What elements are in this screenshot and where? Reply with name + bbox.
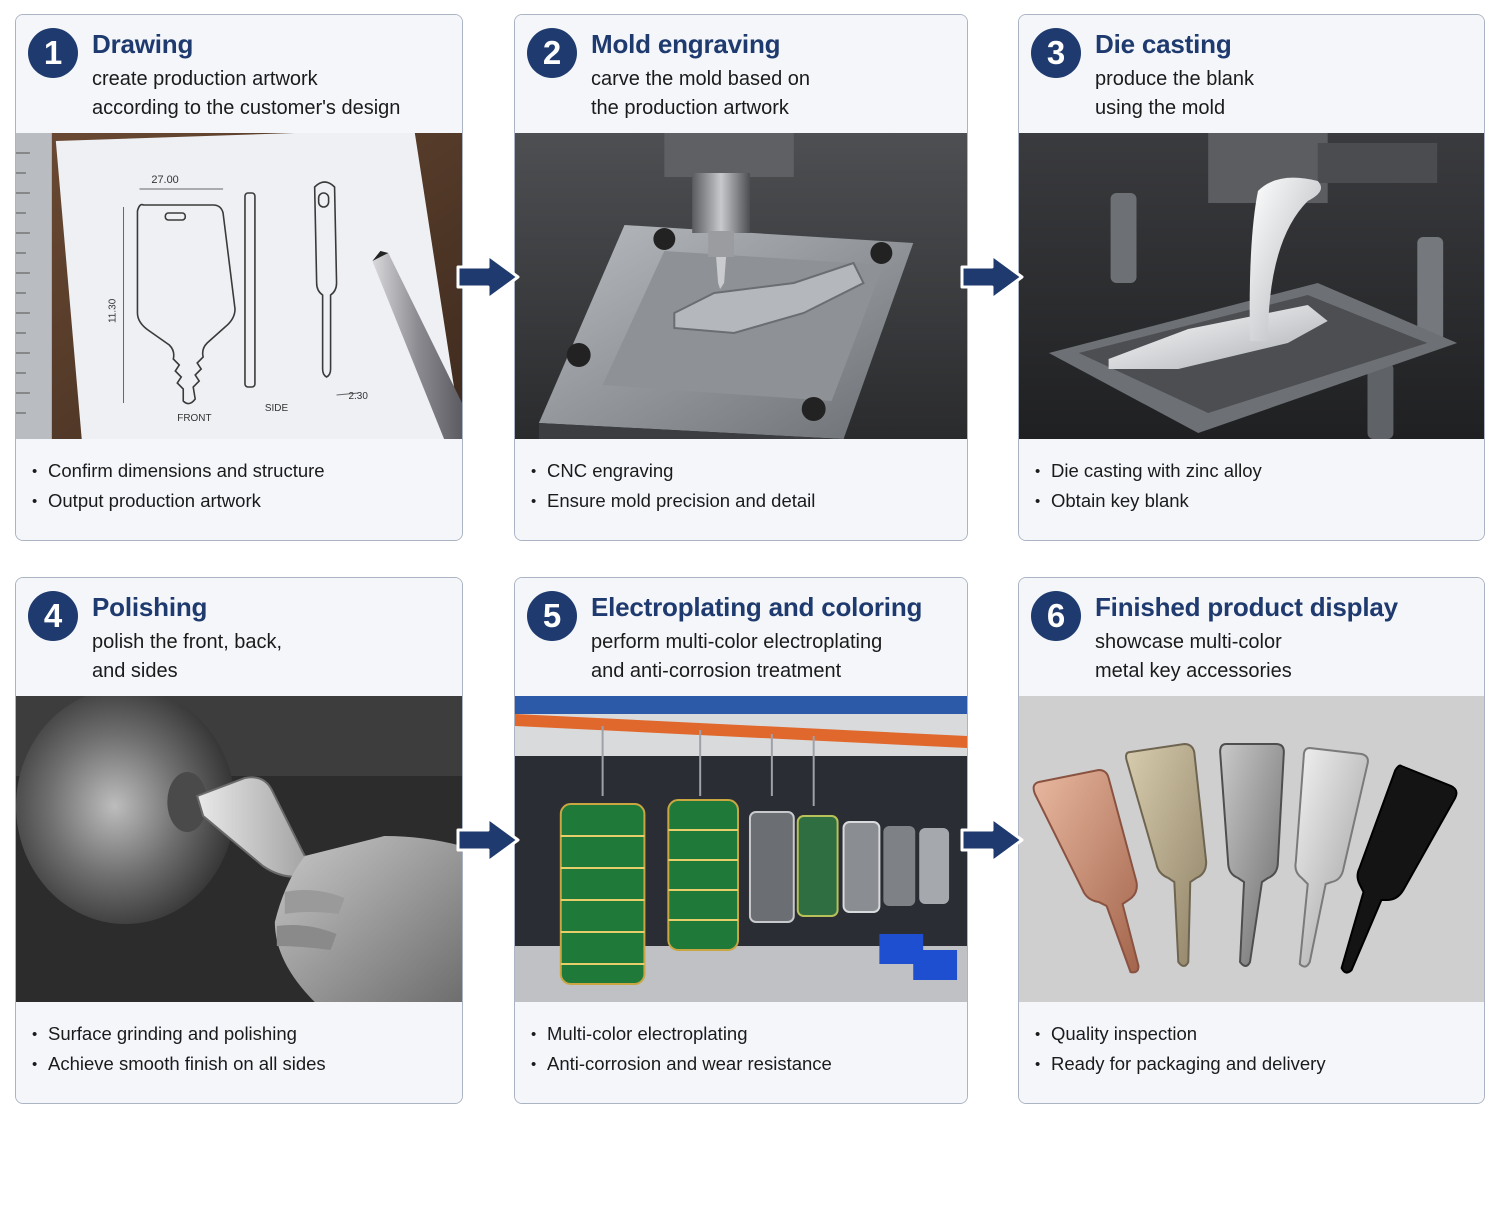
photo-polishing bbox=[16, 696, 462, 1002]
photo-finished-keys bbox=[1019, 696, 1484, 1002]
step-bullets: CNC engraving Ensure mold precision and … bbox=[515, 439, 967, 540]
photo-die-casting bbox=[1019, 133, 1484, 439]
step-title: Drawing bbox=[92, 29, 194, 59]
step-number-badge: 4 bbox=[28, 591, 78, 641]
arrow-right-icon bbox=[960, 253, 1024, 301]
step-title: Polishing bbox=[92, 592, 208, 622]
subtitle-line: perform multi-color electroplating bbox=[591, 631, 883, 653]
bullet-item: Confirm dimensions and structure bbox=[32, 456, 325, 486]
bullet-item: Anti-corrosion and wear resistance bbox=[531, 1049, 832, 1079]
step-subtitle: polish the front, back, and sides bbox=[92, 628, 282, 686]
photo-cnc-mold bbox=[515, 133, 967, 439]
step-bullets: Multi-color electroplating Anti-corrosio… bbox=[515, 1002, 967, 1103]
step-number-badge: 6 bbox=[1031, 591, 1081, 641]
arrow-right-icon bbox=[456, 253, 520, 301]
step-header: 1 Drawing create production artwork acco… bbox=[16, 15, 462, 133]
step-card-drawing: 1 Drawing create production artwork acco… bbox=[15, 14, 463, 541]
step-subtitle: showcase multi-color metal key accessori… bbox=[1095, 628, 1292, 686]
subtitle-line: produce the blank bbox=[1095, 68, 1255, 90]
step-card-die-casting: 3 Die casting produce the blank using th… bbox=[1018, 14, 1485, 541]
step-card-mold-engraving: 2 Mold engraving carve the mold based on… bbox=[514, 14, 968, 541]
dimension-width-label: 27.00 bbox=[151, 174, 178, 186]
step-subtitle: produce the blank using the mold bbox=[1095, 65, 1254, 123]
photo-technical-drawing: 27.00 11.30 2.30 FRONT SIDE bbox=[16, 133, 462, 439]
step-card-finished-product: 6 Finished product display showcase mult… bbox=[1018, 577, 1485, 1104]
subtitle-line: showcase multi-color bbox=[1095, 631, 1282, 653]
step-number-badge: 3 bbox=[1031, 28, 1081, 78]
bullet-item: Die casting with zinc alloy bbox=[1035, 456, 1262, 486]
bullet-item: Achieve smooth finish on all sides bbox=[32, 1049, 326, 1079]
step-header: 3 Die casting produce the blank using th… bbox=[1019, 15, 1484, 133]
subtitle-line: and sides bbox=[92, 660, 178, 682]
photo-electroplating-racks bbox=[515, 696, 967, 1002]
front-view-label: FRONT bbox=[177, 413, 211, 424]
step-subtitle: carve the mold based on the production a… bbox=[591, 65, 810, 123]
subtitle-line: metal key accessories bbox=[1095, 660, 1292, 682]
step-number-badge: 1 bbox=[28, 28, 78, 78]
bullet-item: Ready for packaging and delivery bbox=[1035, 1049, 1326, 1079]
step-number-badge: 5 bbox=[527, 591, 577, 641]
bullet-item: Multi-color electroplating bbox=[531, 1019, 832, 1049]
side-view-label: SIDE bbox=[265, 403, 289, 414]
subtitle-line: according to the customer's design bbox=[92, 97, 401, 119]
step-card-electroplating: 5 Electroplating and coloring perform mu… bbox=[514, 577, 968, 1104]
step-header: 6 Finished product display showcase mult… bbox=[1019, 578, 1484, 696]
step-bullets: Quality inspection Ready for packaging a… bbox=[1019, 1002, 1484, 1103]
subtitle-line: carve the mold based on bbox=[591, 68, 811, 90]
subtitle-line: and anti-corrosion treatment bbox=[591, 660, 842, 682]
arrow-right-icon bbox=[456, 816, 520, 864]
step-bullets: Die casting with zinc alloy Obtain key b… bbox=[1019, 439, 1484, 540]
dimension-height-label: 11.30 bbox=[108, 298, 119, 323]
step-title: Die casting bbox=[1095, 29, 1232, 59]
step-title: Finished product display bbox=[1095, 592, 1398, 622]
step-header: 5 Electroplating and coloring perform mu… bbox=[515, 578, 967, 696]
step-title: Electroplating and coloring bbox=[591, 592, 923, 622]
dimension-thickness-label: 2.30 bbox=[349, 391, 369, 402]
step-title: Mold engraving bbox=[591, 29, 781, 59]
bullet-item: Output production artwork bbox=[32, 486, 325, 516]
subtitle-line: the production artwork bbox=[591, 97, 789, 119]
step-card-polishing: 4 Polishing polish the front, back, and … bbox=[15, 577, 463, 1104]
bullet-item: Obtain key blank bbox=[1035, 486, 1262, 516]
step-header: 4 Polishing polish the front, back, and … bbox=[16, 578, 462, 696]
subtitle-line: polish the front, back, bbox=[92, 631, 283, 653]
bullet-item: Surface grinding and polishing bbox=[32, 1019, 326, 1049]
subtitle-line: create production artwork bbox=[92, 68, 318, 90]
step-subtitle: perform multi-color electroplating and a… bbox=[591, 628, 882, 686]
step-bullets: Confirm dimensions and structure Output … bbox=[16, 439, 462, 540]
arrow-right-icon bbox=[960, 816, 1024, 864]
bullet-item: Ensure mold precision and detail bbox=[531, 486, 815, 516]
subtitle-line: using the mold bbox=[1095, 97, 1226, 119]
bullet-item: Quality inspection bbox=[1035, 1019, 1326, 1049]
step-bullets: Surface grinding and polishing Achieve s… bbox=[16, 1002, 462, 1103]
step-subtitle: create production artwork according to t… bbox=[92, 65, 400, 123]
step-number-badge: 2 bbox=[527, 28, 577, 78]
step-header: 2 Mold engraving carve the mold based on… bbox=[515, 15, 967, 133]
bullet-item: CNC engraving bbox=[531, 456, 815, 486]
